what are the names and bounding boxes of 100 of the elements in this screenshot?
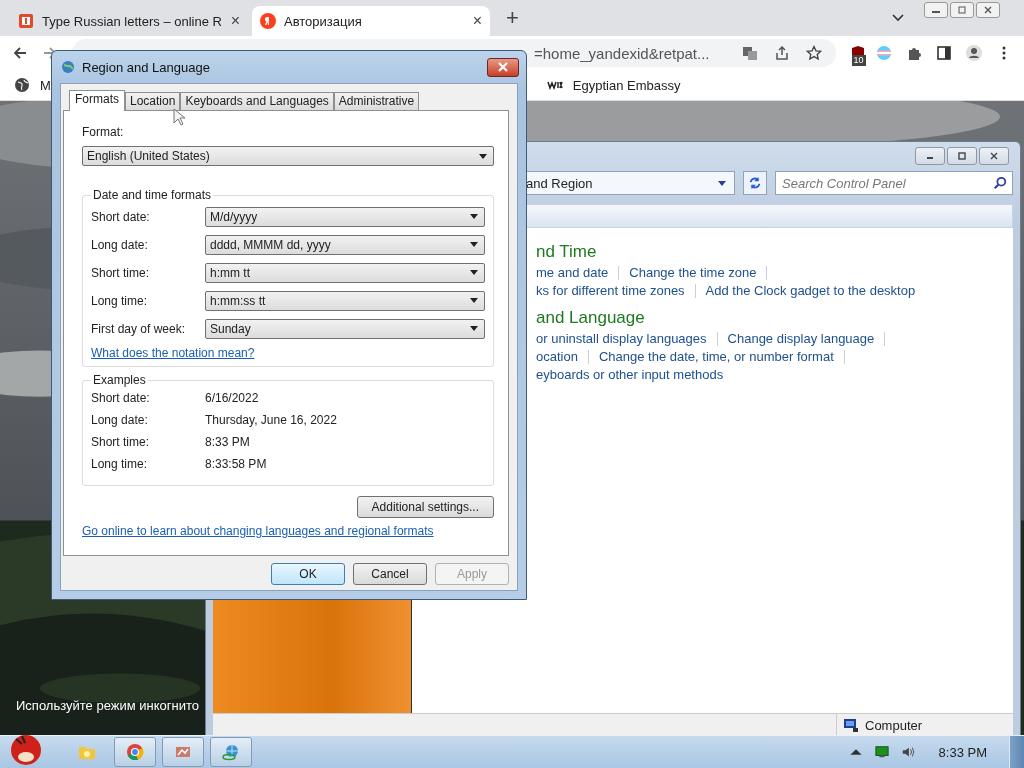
taskbar-button[interactable] — [162, 737, 204, 767]
close-button[interactable] — [976, 2, 1000, 18]
sidebar-icon[interactable] — [936, 45, 952, 61]
format-dropdown[interactable]: h:mm tt — [205, 262, 485, 283]
star-icon[interactable] — [805, 45, 822, 61]
minimize-button[interactable] — [924, 2, 948, 18]
caret-icon — [470, 214, 478, 219]
task-link[interactable]: Change the date, time, or number format — [598, 349, 834, 364]
format-dropdown[interactable]: M/d/yyyy — [205, 206, 485, 227]
task-link[interactable]: me and date — [536, 265, 609, 280]
refresh-icon — [748, 176, 762, 190]
tab[interactable]: Location — [125, 92, 181, 110]
show-desktop-button[interactable] — [1009, 736, 1024, 768]
tab-close-button[interactable]: × — [230, 12, 240, 30]
task-link[interactable]: ocation — [536, 349, 578, 364]
bookmark[interactable]: Egyptian Embassy — [546, 77, 681, 93]
new-tab-button[interactable]: + — [506, 5, 519, 31]
search-icon — [993, 176, 1007, 190]
url-text: =home_yandexid&retpat... — [534, 44, 710, 62]
close-icon — [983, 6, 993, 14]
task-link[interactable]: eyboards or other input methods — [536, 367, 724, 382]
browser-tab[interactable]: Авторизация × — [252, 6, 490, 36]
format-dropdown[interactable]: h:mm:ss tt — [205, 290, 485, 311]
field-label: Short time: — [91, 265, 151, 280]
notation-link[interactable]: What does the notation mean? — [91, 346, 485, 360]
browser-tab[interactable]: Type Russian letters – online R × — [10, 6, 248, 36]
shield-icon[interactable] — [849, 45, 866, 55]
task-link[interactable]: ks for different time zones — [536, 283, 685, 298]
tab[interactable]: Administrative — [333, 92, 420, 110]
example-label: Long date: — [91, 413, 149, 429]
task-link[interactable]: or uninstall display languages — [536, 331, 707, 346]
status-text: Computer — [865, 717, 923, 733]
close-icon — [497, 62, 509, 72]
tab[interactable]: Formats — [69, 90, 125, 111]
globe-icon — [221, 742, 241, 762]
caret-icon — [718, 180, 726, 186]
format-dropdown[interactable]: dddd, MMMM dd, yyyy — [205, 234, 485, 255]
field-label: Long date: — [91, 237, 149, 252]
example-label: Long time: — [91, 457, 149, 473]
tab-title: Type Russian letters – online R — [42, 13, 223, 29]
example-value: 8:33 PM — [205, 435, 250, 451]
refresh-button[interactable] — [743, 171, 767, 195]
group-title: Date and time formats — [92, 188, 213, 202]
category-heading[interactable]: nd Time — [536, 242, 1013, 262]
search-field[interactable]: Search Control Panel — [775, 171, 1013, 195]
online-help-link[interactable]: Go online to learn about changing languages and regional formats — [82, 524, 494, 538]
back-icon[interactable] — [12, 45, 28, 61]
field-label: First day of week: — [91, 321, 187, 336]
caret-icon — [479, 153, 487, 159]
group-title: Examples — [92, 373, 147, 387]
additional-settings-button[interactable]: Additional settings... — [356, 496, 494, 518]
caret-icon — [470, 298, 478, 303]
translate-icon[interactable] — [741, 45, 758, 61]
globe-icon — [60, 59, 76, 75]
field-label: Short date: — [91, 209, 151, 224]
share-icon[interactable] — [773, 45, 790, 61]
field-label: Long time: — [91, 293, 149, 308]
maximize-icon — [956, 152, 968, 160]
example-label: Short date: — [91, 391, 151, 407]
example-value: 8:33:58 PM — [205, 457, 267, 473]
puzzle-icon[interactable] — [906, 45, 922, 61]
category-heading[interactable]: and Language — [536, 308, 1013, 328]
bookmark[interactable]: M — [14, 77, 51, 93]
taskbar-button[interactable] — [114, 737, 156, 767]
format-dropdown[interactable]: English (United States) — [82, 146, 494, 166]
caret-icon — [470, 326, 478, 331]
taskbar-button[interactable] — [210, 737, 252, 767]
format-dropdown[interactable]: Sunday — [205, 318, 485, 339]
example-label: Short time: — [91, 435, 151, 451]
task-link[interactable]: Change display language — [727, 331, 875, 346]
close-icon — [988, 152, 1000, 160]
letter-t-icon — [18, 13, 34, 29]
dialog-button[interactable]: Cancel — [353, 563, 427, 585]
yandex-icon — [260, 13, 276, 29]
extension-badge: 10 — [851, 55, 866, 66]
network-icon[interactable] — [874, 745, 889, 759]
minimize-button[interactable] — [915, 147, 945, 165]
globe-icon — [14, 77, 30, 93]
tab-title: Авторизация — [284, 13, 363, 29]
close-button[interactable] — [487, 57, 519, 77]
format-label: Format: — [82, 125, 125, 139]
dialog-button[interactable]: OK — [271, 563, 345, 585]
profile-icon[interactable] — [966, 45, 982, 61]
tab[interactable]: Keyboards and Languages — [180, 92, 334, 110]
maximize-button[interactable] — [947, 147, 977, 165]
chrome-icon — [125, 742, 145, 762]
chevron-down-icon[interactable] — [892, 14, 904, 22]
restore-icon — [957, 6, 967, 14]
caret-icon — [470, 270, 478, 275]
example-value: Thursday, June 16, 2022 — [205, 413, 337, 429]
computer-icon — [843, 717, 859, 733]
task-link[interactable]: Add the Clock gadget to the desktop — [705, 283, 916, 298]
volume-icon[interactable] — [900, 745, 915, 759]
tab-close-button[interactable]: × — [472, 12, 482, 30]
task-link[interactable]: Change the time zone — [629, 265, 757, 280]
page-caption: Используйте режим инкогнито — [16, 698, 199, 713]
close-button[interactable] — [979, 147, 1009, 165]
caret-icon — [470, 242, 478, 247]
example-value: 6/16/2022 — [205, 391, 259, 407]
clock[interactable]: 8:33 PM — [938, 744, 987, 760]
